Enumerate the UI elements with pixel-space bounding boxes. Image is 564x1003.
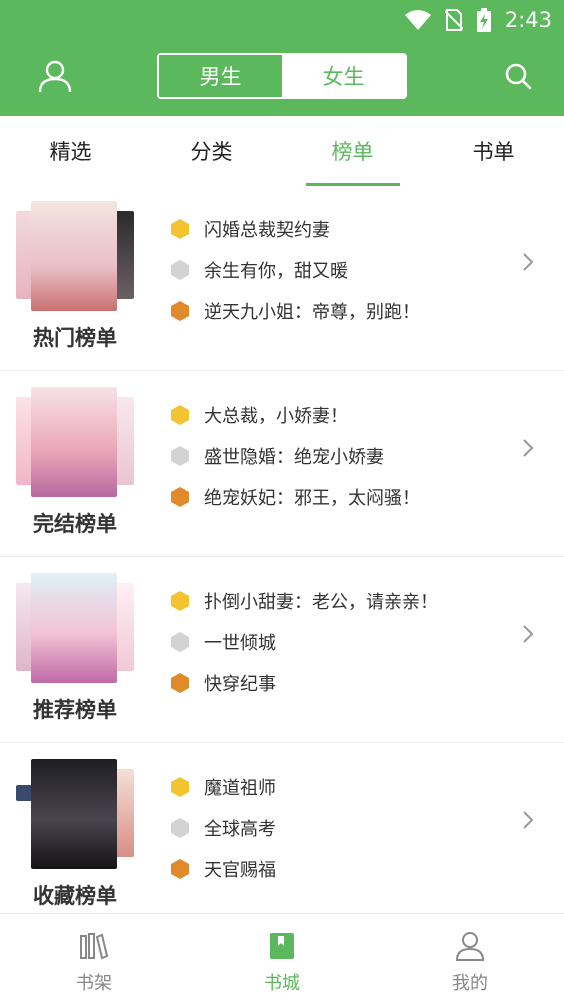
person-icon — [455, 932, 485, 961]
rank-item-2[interactable]: 一世倾城 — [170, 621, 520, 662]
bookshelf-icon — [80, 933, 109, 960]
silver-medal-icon — [171, 631, 189, 652]
silver-medal-icon — [171, 817, 189, 838]
bronze-medal-icon — [171, 858, 189, 879]
book-title: 魔道祖师 — [204, 777, 276, 799]
ranking-section-recommended[interactable]: 推荐榜单 扑倒小甜妻：老公，请亲亲！ 一世倾城 快穿纪事 — [0, 558, 564, 743]
book-cover — [31, 759, 117, 869]
no-sim-icon — [444, 9, 463, 31]
book-title: 绝宠妖妃：邪王，太闷骚！ — [204, 487, 420, 509]
cover-stack — [16, 387, 134, 497]
ranking-section-favorites[interactable]: 收藏榜单 魔道祖师 全球高考 天官赐福 — [0, 744, 564, 929]
gender-switch: 男生 女生 — [157, 53, 407, 99]
tab-male[interactable]: 男生 — [159, 55, 282, 97]
rank-list: 魔道祖师 全球高考 天官赐福 — [170, 766, 520, 889]
rank-item-1[interactable]: 魔道祖师 — [170, 766, 520, 807]
chevron-right-icon — [523, 625, 534, 643]
status-time: 2:43 — [504, 8, 552, 32]
nav-label: 书城 — [264, 973, 300, 994]
gold-medal-icon — [171, 590, 189, 611]
book-title: 快穿纪事 — [204, 673, 276, 695]
top-header: 2:43 男生 女生 — [0, 0, 564, 116]
rank-item-1[interactable]: 闪婚总裁契约妻 — [170, 208, 520, 249]
cover-stack — [16, 759, 134, 869]
user-button[interactable] — [35, 56, 75, 96]
book-cover — [31, 387, 117, 497]
rank-item-2[interactable]: 盛世隐婚：绝宠小娇妻 — [170, 435, 520, 476]
rank-item-1[interactable]: 扑倒小甜妻：老公，请亲亲！ — [170, 580, 520, 621]
rank-item-2[interactable]: 全球高考 — [170, 807, 520, 848]
chevron-right-icon — [523, 811, 534, 829]
book-title: 盛世隐婚：绝宠小娇妻 — [204, 446, 384, 468]
book-title: 全球高考 — [204, 818, 276, 840]
gold-medal-icon — [171, 776, 189, 797]
category-tabs: 精选 分类 榜单 书单 — [0, 116, 564, 186]
bronze-medal-icon — [171, 486, 189, 507]
tab-rankings[interactable]: 榜单 — [282, 116, 423, 186]
status-bar: 2:43 — [404, 6, 552, 34]
book-title: 大总裁，小娇妻！ — [204, 405, 348, 427]
ranking-section-finished[interactable]: 完结榜单 大总裁，小娇妻！ 盛世隐婚：绝宠小娇妻 绝宠妖妃：邪王，太闷骚！ — [0, 372, 564, 557]
book-title: 天官赐福 — [204, 859, 276, 881]
nav-label: 书架 — [76, 973, 112, 994]
section-title: 推荐榜单 — [33, 698, 117, 722]
book-title: 闪婚总裁契约妻 — [204, 219, 330, 241]
rank-item-2[interactable]: 余生有你，甜又暖 — [170, 249, 520, 290]
book-cover — [31, 201, 117, 311]
bronze-medal-icon — [171, 300, 189, 321]
rank-item-3[interactable]: 绝宠妖妃：邪王，太闷骚！ — [170, 476, 520, 517]
search-button[interactable] — [498, 56, 538, 96]
rank-item-3[interactable]: 逆天九小姐：帝尊，别跑！ — [170, 290, 520, 331]
user-icon — [38, 60, 72, 93]
cover-stack — [16, 573, 134, 683]
tab-featured[interactable]: 精选 — [0, 116, 141, 186]
cover-stack — [16, 201, 134, 311]
wifi-icon — [404, 10, 431, 30]
tab-categories[interactable]: 分类 — [141, 116, 282, 186]
section-title: 完结榜单 — [33, 512, 117, 536]
silver-medal-icon — [171, 259, 189, 280]
gold-medal-icon — [171, 218, 189, 239]
book-title: 逆天九小姐：帝尊，别跑！ — [204, 301, 420, 323]
tab-female[interactable]: 女生 — [282, 55, 405, 97]
rank-list: 闪婚总裁契约妻 余生有你，甜又暖 逆天九小姐：帝尊，别跑！ — [170, 208, 520, 331]
bronze-medal-icon — [171, 672, 189, 693]
chevron-right-icon — [523, 439, 534, 457]
section-title: 收藏榜单 — [33, 884, 117, 908]
book-title: 扑倒小甜妻：老公，请亲亲！ — [204, 591, 438, 613]
nav-label: 我的 — [452, 973, 488, 994]
ranking-section-hot[interactable]: 热门榜单 闪婚总裁契约妻 余生有你，甜又暖 逆天九小姐：帝尊，别跑！ — [0, 186, 564, 371]
silver-medal-icon — [171, 445, 189, 466]
search-icon — [505, 63, 532, 90]
bottom-nav: 书架 书城 我的 — [0, 913, 564, 1003]
rank-item-3[interactable]: 快穿纪事 — [170, 662, 520, 703]
nav-bookstore[interactable]: 书城 — [188, 914, 376, 1003]
rank-list: 大总裁，小娇妻！ 盛世隐婚：绝宠小娇妻 绝宠妖妃：邪王，太闷骚！ — [170, 394, 520, 517]
tab-booklists[interactable]: 书单 — [423, 116, 564, 186]
nav-bookshelf[interactable]: 书架 — [0, 914, 188, 1003]
book-icon — [270, 933, 294, 959]
book-title: 一世倾城 — [204, 632, 276, 654]
nav-profile[interactable]: 我的 — [376, 914, 564, 1003]
gold-medal-icon — [171, 404, 189, 425]
chevron-right-icon — [523, 253, 534, 271]
book-title: 余生有你，甜又暖 — [204, 260, 348, 282]
rank-item-1[interactable]: 大总裁，小娇妻！ — [170, 394, 520, 435]
battery-charging-icon — [476, 8, 491, 32]
rank-item-3[interactable]: 天官赐福 — [170, 848, 520, 889]
rank-list: 扑倒小甜妻：老公，请亲亲！ 一世倾城 快穿纪事 — [170, 580, 520, 703]
book-cover — [31, 573, 117, 683]
section-title: 热门榜单 — [33, 326, 117, 350]
